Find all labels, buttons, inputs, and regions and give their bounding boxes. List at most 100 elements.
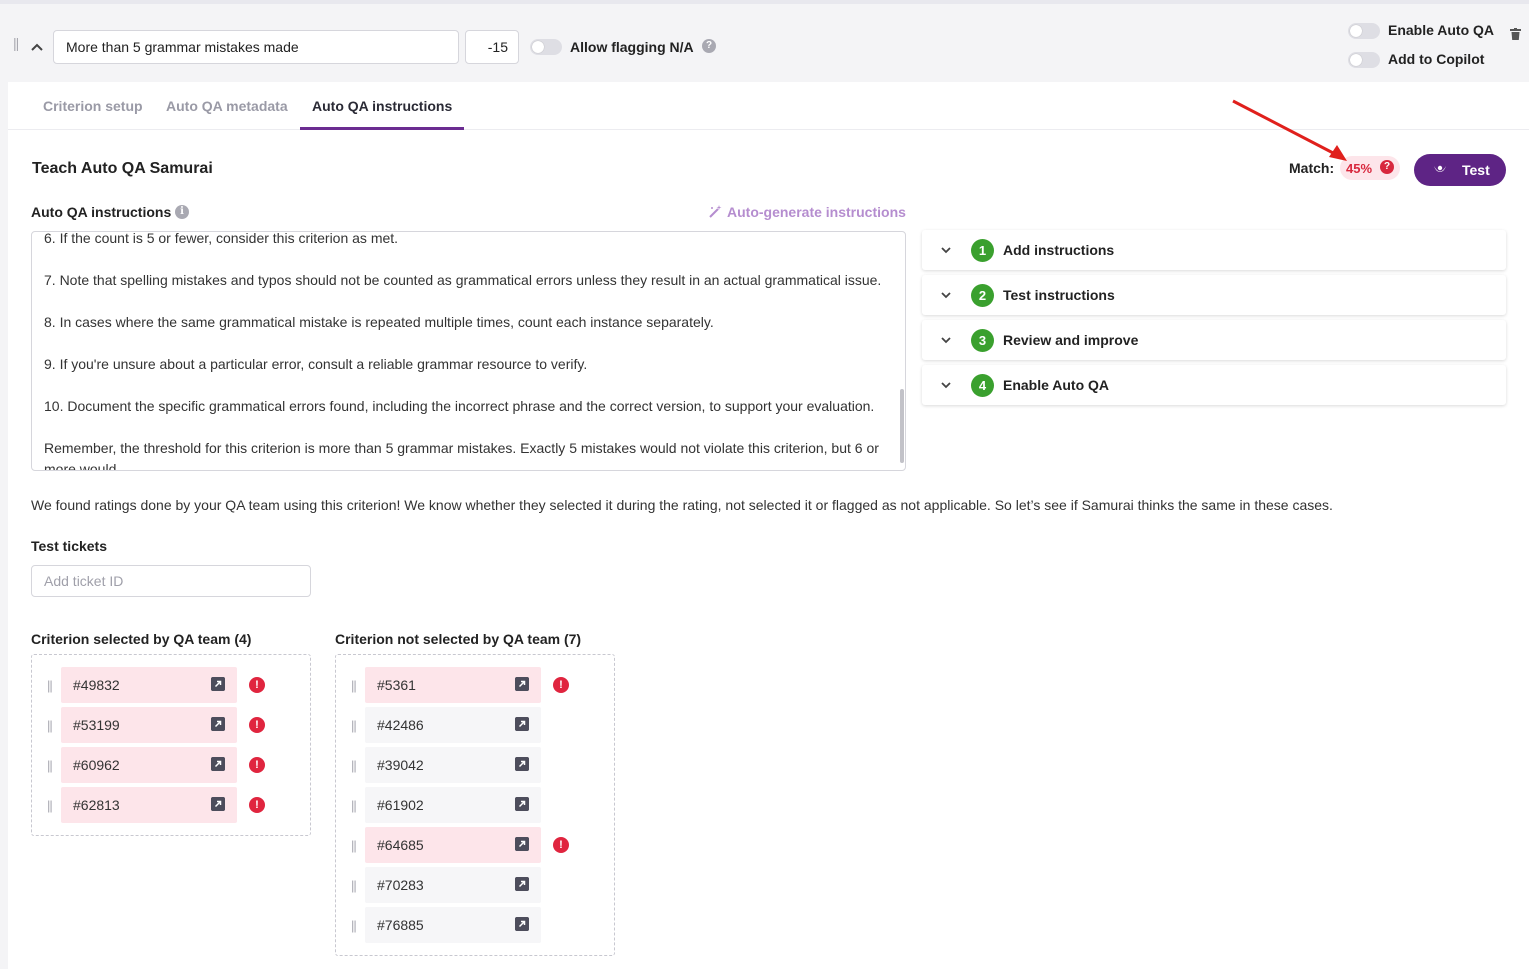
drag-handle-icon[interactable]: || bbox=[351, 678, 357, 693]
allow-flagging-toggle[interactable] bbox=[530, 39, 562, 55]
ticket-row[interactable]: || #62813! bbox=[32, 787, 282, 823]
drag-handle-icon[interactable]: || bbox=[13, 35, 19, 51]
instruction-line: 6. If the count is 5 or fewer, consider … bbox=[44, 231, 399, 246]
test-button[interactable]: Test bbox=[1414, 154, 1506, 186]
ticket-id: #76885 bbox=[377, 917, 424, 933]
drag-handle-icon[interactable]: || bbox=[47, 798, 53, 813]
magic-wand-icon bbox=[709, 205, 722, 218]
trash-icon[interactable] bbox=[1510, 28, 1521, 40]
instruction-line: 7. Note that spelling mistakes and typos… bbox=[44, 272, 882, 288]
ticket-row[interactable]: || #64685! bbox=[336, 827, 586, 863]
instructions-textarea[interactable]: 6. If the count is 5 or fewer, consider … bbox=[31, 231, 906, 471]
exclamation-icon: ! bbox=[249, 677, 265, 693]
info-icon[interactable]: i bbox=[175, 205, 189, 219]
open-external-icon[interactable] bbox=[211, 797, 225, 811]
ticket-id-input[interactable] bbox=[31, 565, 311, 597]
exclamation-icon: ! bbox=[553, 677, 569, 693]
step-label: Test instructions bbox=[1003, 287, 1115, 303]
open-external-icon[interactable] bbox=[515, 757, 529, 771]
ticket-chip[interactable]: #49832 bbox=[61, 667, 237, 703]
ticket-row[interactable]: || #39042 bbox=[336, 747, 586, 783]
drag-handle-icon[interactable]: || bbox=[47, 758, 53, 773]
ticket-row[interactable]: || #42486 bbox=[336, 707, 586, 743]
ticket-id: #39042 bbox=[377, 757, 424, 773]
step-label: Add instructions bbox=[1003, 242, 1115, 258]
step-number: 1 bbox=[971, 239, 994, 262]
step-number: 2 bbox=[971, 284, 994, 307]
step-review-and-improve[interactable]: 3 Review and improve bbox=[922, 320, 1506, 360]
drag-handle-icon[interactable]: || bbox=[351, 878, 357, 893]
open-external-icon[interactable] bbox=[211, 717, 225, 731]
open-external-icon[interactable] bbox=[515, 677, 529, 691]
open-external-icon[interactable] bbox=[515, 797, 529, 811]
criterion-header: || Allow flagging N/A ? Enable Auto QA A… bbox=[0, 4, 1529, 82]
question-icon[interactable]: ? bbox=[702, 39, 716, 53]
add-to-copilot-label: Add to Copilot bbox=[1388, 51, 1485, 67]
auto-generate-button[interactable]: Auto-generate instructions bbox=[708, 204, 906, 220]
step-enable-auto-qa[interactable]: 4 Enable Auto QA bbox=[922, 365, 1506, 405]
ticket-chip[interactable]: #5361 bbox=[365, 667, 541, 703]
question-icon[interactable]: ? bbox=[1380, 160, 1394, 174]
drag-handle-icon[interactable]: || bbox=[351, 798, 357, 813]
chevron-down-icon bbox=[941, 247, 951, 254]
ticket-id: #5361 bbox=[377, 677, 416, 693]
drag-handle-icon[interactable]: || bbox=[351, 718, 357, 733]
step-label: Enable Auto QA bbox=[1003, 377, 1110, 393]
drag-handle-icon[interactable]: || bbox=[351, 918, 357, 933]
ticket-id: #60962 bbox=[73, 757, 120, 773]
ticket-row[interactable]: || #70283 bbox=[336, 867, 586, 903]
drag-handle-icon[interactable]: || bbox=[47, 718, 53, 733]
open-external-icon[interactable] bbox=[515, 717, 529, 731]
chevron-down-icon bbox=[941, 337, 951, 344]
ticket-row[interactable]: || #60962! bbox=[32, 747, 282, 783]
step-add-instructions[interactable]: 1 Add instructions bbox=[922, 230, 1506, 270]
ticket-row[interactable]: || #61902 bbox=[336, 787, 586, 823]
tab-auto-qa-metadata[interactable]: Auto QA metadata bbox=[166, 98, 288, 114]
score-input[interactable] bbox=[465, 30, 519, 64]
step-number: 3 bbox=[971, 329, 994, 352]
test-button-label: Test bbox=[1462, 162, 1490, 178]
ticket-chip[interactable]: #42486 bbox=[365, 707, 541, 743]
ticket-chip[interactable]: #76885 bbox=[365, 907, 541, 943]
ticket-row[interactable]: || #5361! bbox=[336, 667, 586, 703]
ticket-chip[interactable]: #70283 bbox=[365, 867, 541, 903]
ticket-chip[interactable]: #61902 bbox=[365, 787, 541, 823]
ticket-id: #61902 bbox=[377, 797, 424, 813]
ticket-row[interactable]: || #76885 bbox=[336, 907, 586, 943]
ticket-chip[interactable]: #39042 bbox=[365, 747, 541, 783]
ticket-row[interactable]: || #49832! bbox=[32, 667, 282, 703]
open-external-icon[interactable] bbox=[211, 757, 225, 771]
active-tab-indicator bbox=[300, 127, 464, 130]
enable-auto-qa-toggle[interactable] bbox=[1348, 23, 1380, 39]
criterion-name-input[interactable] bbox=[53, 30, 459, 64]
ticket-id: #53199 bbox=[73, 717, 120, 733]
instruction-line: 10. Document the specific grammatical er… bbox=[44, 398, 875, 414]
ticket-chip[interactable]: #62813 bbox=[61, 787, 237, 823]
selected-column-label: Criterion selected by QA team (4) bbox=[31, 631, 252, 647]
drag-handle-icon[interactable]: || bbox=[351, 838, 357, 853]
instructions-label: Auto QA instructions bbox=[31, 204, 172, 220]
ticket-chip[interactable]: #53199 bbox=[61, 707, 237, 743]
drag-handle-icon[interactable]: || bbox=[351, 758, 357, 773]
drag-handle-icon[interactable]: || bbox=[47, 678, 53, 693]
ticket-chip[interactable]: #64685 bbox=[365, 827, 541, 863]
open-external-icon[interactable] bbox=[515, 837, 529, 851]
ticket-id: #62813 bbox=[73, 797, 120, 813]
exclamation-icon: ! bbox=[249, 797, 265, 813]
chevron-down-icon bbox=[941, 292, 951, 299]
step-test-instructions[interactable]: 2 Test instructions bbox=[922, 275, 1506, 315]
tab-criterion-setup[interactable]: Criterion setup bbox=[43, 98, 143, 114]
open-external-icon[interactable] bbox=[211, 677, 225, 691]
tab-auto-qa-instructions[interactable]: Auto QA instructions bbox=[312, 98, 452, 114]
textarea-scrollbar[interactable] bbox=[900, 389, 904, 463]
ticket-chip[interactable]: #60962 bbox=[61, 747, 237, 783]
step-number: 4 bbox=[971, 374, 994, 397]
step-label: Review and improve bbox=[1003, 332, 1139, 348]
ticket-id: #70283 bbox=[377, 877, 424, 893]
open-external-icon[interactable] bbox=[515, 917, 529, 931]
instruction-line: 8. In cases where the same grammatical m… bbox=[44, 314, 714, 330]
chevron-up-icon[interactable] bbox=[29, 39, 45, 55]
open-external-icon[interactable] bbox=[515, 877, 529, 891]
ticket-row[interactable]: || #53199! bbox=[32, 707, 282, 743]
add-to-copilot-toggle[interactable] bbox=[1348, 52, 1380, 68]
